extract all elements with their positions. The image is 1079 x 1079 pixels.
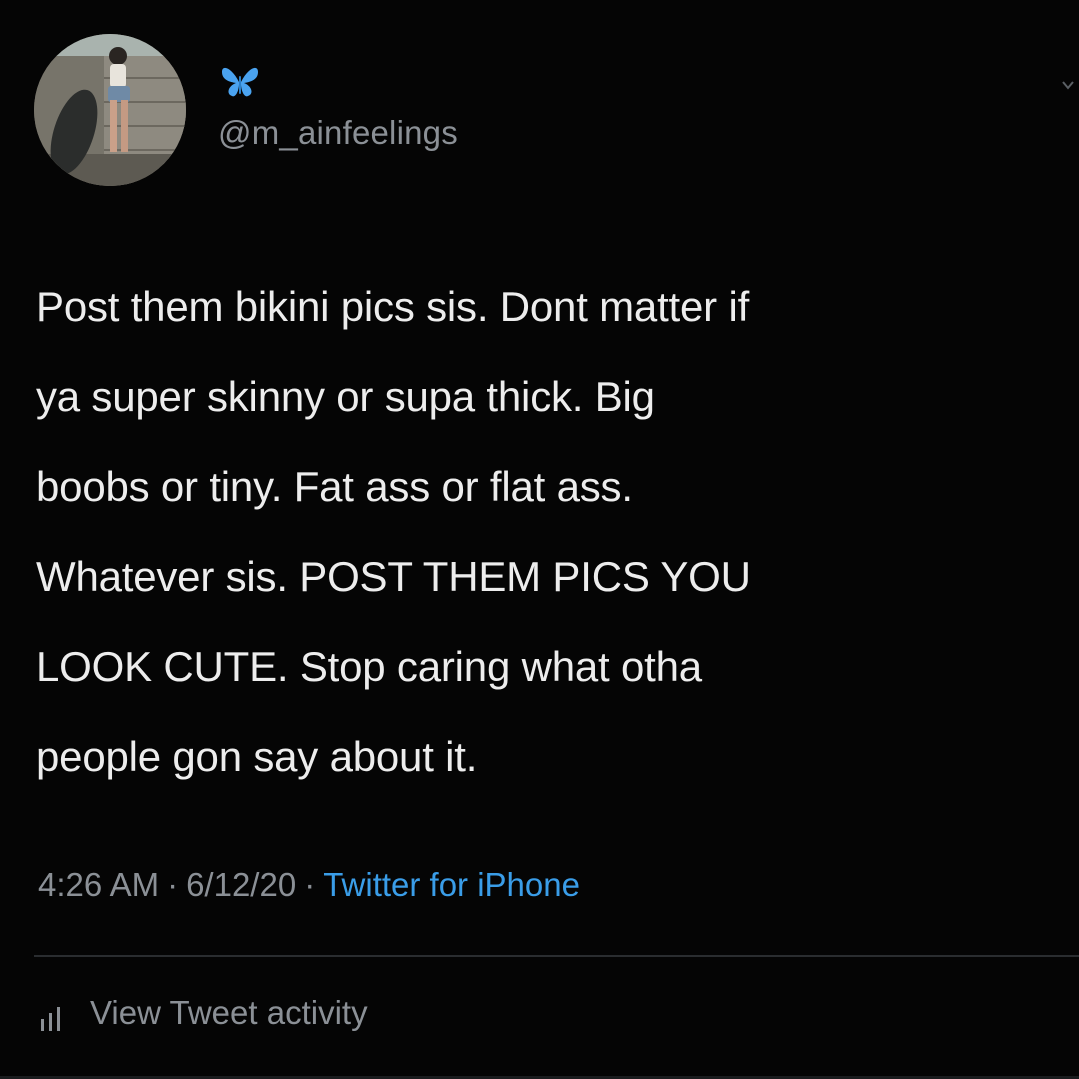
display-name[interactable] xyxy=(220,60,260,104)
tweet-card: @m_ainfeelings Post them bikini pics sis… xyxy=(0,0,1079,1079)
meta-separator: · xyxy=(167,866,179,903)
tweet-text: Post them bikini pics sis. Dont matter i… xyxy=(36,283,751,780)
author-handle[interactable]: @m_ainfeelings xyxy=(218,114,458,152)
analytics-bars-icon xyxy=(41,1007,60,1031)
tweet-meta: 4:26 AM · 6/12/20 · Twitter for iPhone xyxy=(38,866,580,904)
tweet-time[interactable]: 4:26 AM xyxy=(38,866,159,903)
chevron-down-icon[interactable] xyxy=(1061,78,1075,92)
tweet-source-link[interactable]: Twitter for iPhone xyxy=(323,866,580,903)
view-tweet-activity-button[interactable]: View Tweet activity xyxy=(38,994,368,1032)
profile-photo-icon xyxy=(34,34,186,186)
avatar[interactable] xyxy=(34,34,186,186)
divider xyxy=(34,955,1079,957)
tweet-date[interactable]: 6/12/20 xyxy=(186,866,296,903)
blue-butterfly-icon xyxy=(222,67,258,97)
activity-label: View Tweet activity xyxy=(90,994,368,1031)
meta-separator: · xyxy=(304,866,316,903)
